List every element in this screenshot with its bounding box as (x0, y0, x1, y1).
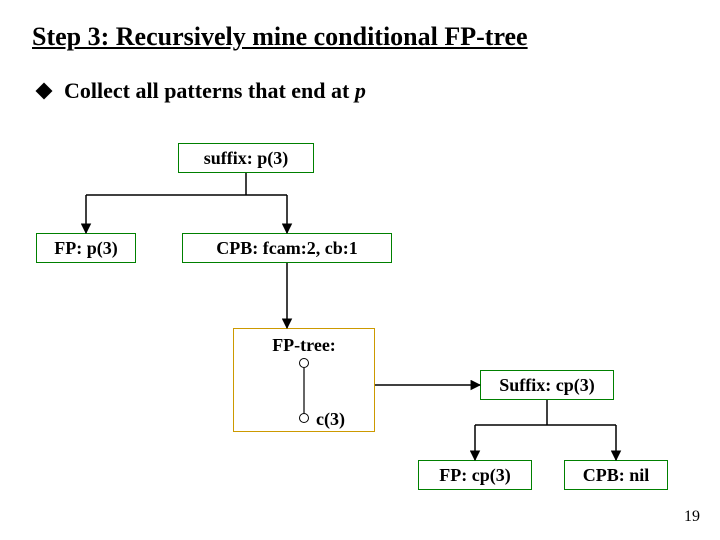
diamond-bullet-icon (36, 83, 53, 100)
page-number: 19 (684, 508, 700, 526)
bullet-variable: p (355, 78, 366, 103)
fptree-root-node-icon (299, 358, 309, 368)
box-cpb-p: CPB: fcam:2, cb:1 (182, 233, 392, 263)
c3-label: c(3) (316, 409, 345, 430)
slide-root: Step 3: Recursively mine conditional FP-… (0, 0, 720, 540)
box-suffix-cp: Suffix: cp(3) (480, 370, 614, 400)
page-title: Step 3: Recursively mine conditional FP-… (32, 22, 528, 52)
box-fp-p: FP: p(3) (36, 233, 136, 263)
fptree-label: FP-tree: (272, 335, 336, 356)
bullet-text: Collect all patterns that end at p (64, 78, 366, 104)
bullet-row: Collect all patterns that end at p (38, 78, 366, 104)
box-suffix-p: suffix: p(3) (178, 143, 314, 173)
fptree-c-node-icon (299, 413, 309, 423)
box-cpb-nil: CPB: nil (564, 460, 668, 490)
box-fp-cp: FP: cp(3) (418, 460, 532, 490)
bullet-prefix: Collect all patterns that end at (64, 78, 355, 103)
